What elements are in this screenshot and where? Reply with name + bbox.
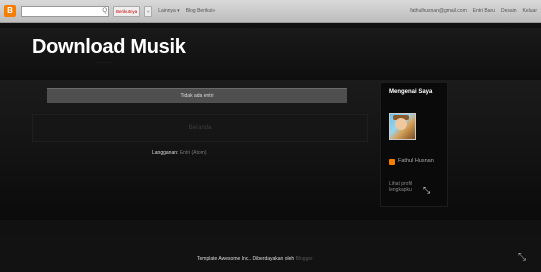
avatar-face (395, 118, 407, 130)
search-blog-button[interactable]: Berikutnya (113, 5, 141, 17)
next-blog-link[interactable]: Blog Berikut» (186, 8, 216, 14)
blogger-navbar: B Q Berikutnya » Lainnya ▾ Blog Berikut»… (0, 0, 541, 23)
sign-out-link[interactable]: Keluar (523, 8, 537, 14)
blogger-profile-icon (389, 159, 395, 165)
blog-description: ................ (96, 59, 114, 64)
profile-name-link[interactable]: Fathul Husnan (398, 158, 438, 165)
next-button[interactable]: » (144, 5, 153, 17)
about-me-widget: Mengenai Saya Fathul Husnan Lihat profil… (380, 82, 448, 207)
home-link[interactable]: Beranda (32, 114, 368, 142)
search-icon[interactable]: Q (102, 7, 107, 16)
footer-attribution: Template Awesome Inc.. Diberdayakan oleh… (197, 256, 314, 262)
user-email: fathulhusnan@gmail.com (410, 8, 467, 14)
footer (0, 236, 541, 272)
profile-avatar[interactable] (389, 113, 416, 140)
subscribe-label: Langganan: (152, 150, 179, 156)
about-me-title: Mengenai Saya (389, 89, 433, 95)
new-entry-link[interactable]: Entri Baru (473, 8, 495, 14)
layout-edit-icon[interactable]: ⤡ (518, 252, 526, 263)
atom-feed-link[interactable]: Entri (Atom) (180, 150, 207, 156)
no-entry-message: Tidak ada entri (47, 88, 347, 103)
subscribe-line: Langganan: Entri (Atom) (152, 150, 206, 156)
cursor-icon: ⤡ (423, 185, 431, 195)
blogger-link[interactable]: Blogger. (296, 256, 314, 262)
blogger-logo-icon[interactable]: B (4, 5, 16, 17)
more-menu[interactable]: Lainnya ▾ (158, 8, 179, 14)
blog-title[interactable]: Download Musik (32, 36, 186, 59)
footer-text: Template Awesome Inc.. Diberdayakan oleh (197, 256, 295, 262)
design-link[interactable]: Desain (501, 8, 517, 14)
search-input[interactable]: Q (21, 5, 109, 17)
